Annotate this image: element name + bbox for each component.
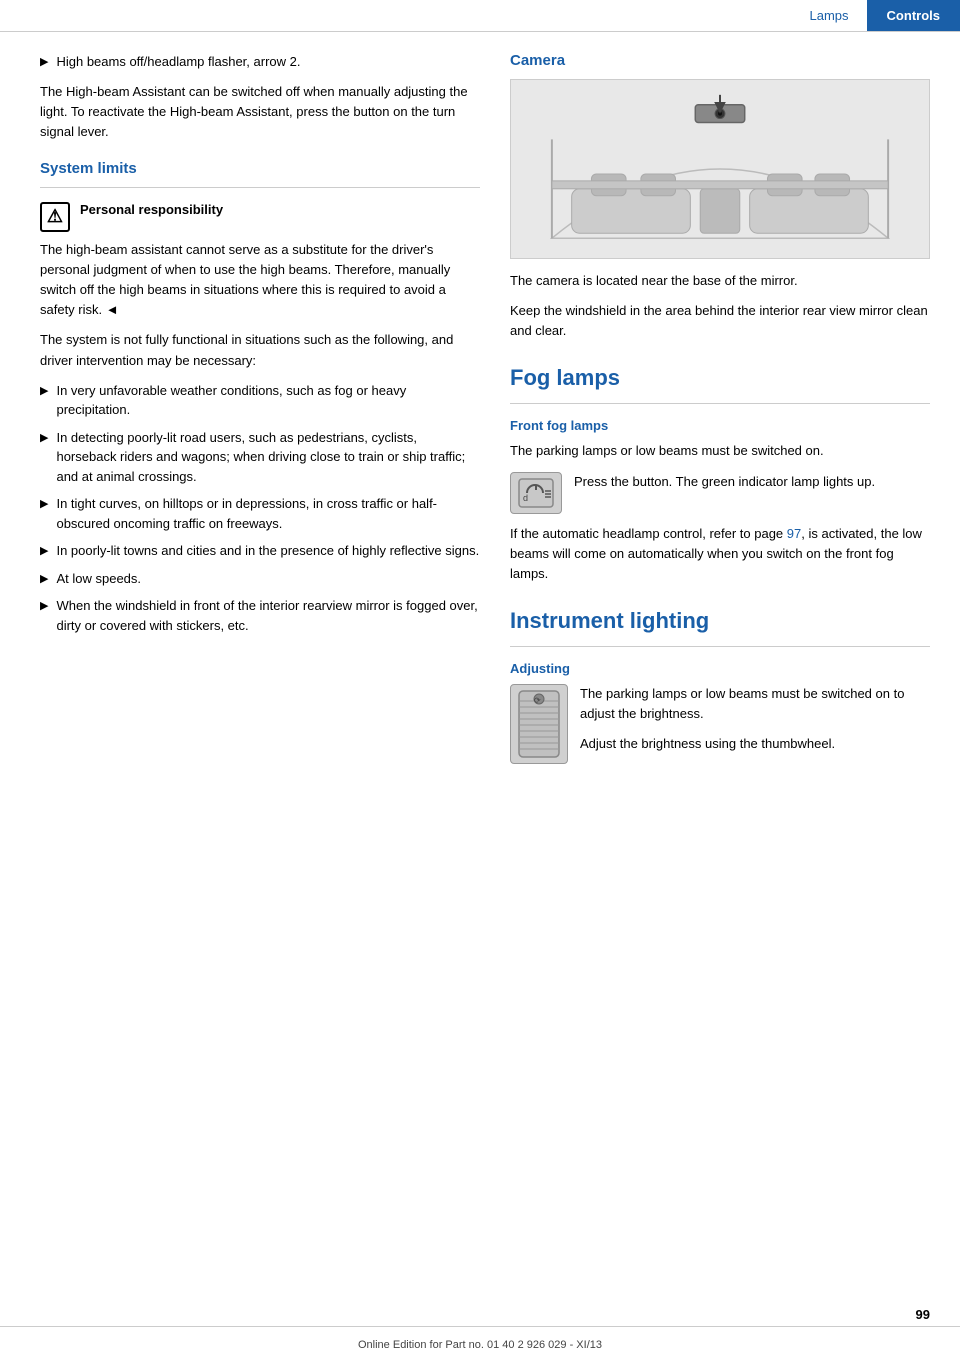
adjust-para2: Adjust the brightness using the thumbwhe… bbox=[580, 734, 930, 754]
footer-text: Online Edition for Part no. 01 40 2 926 … bbox=[358, 1339, 602, 1351]
high-beam-paragraph: The High-beam Assistant can be switched … bbox=[40, 82, 480, 142]
camera-image bbox=[510, 79, 930, 259]
instrument-lighting-heading: Instrument lighting bbox=[510, 608, 930, 634]
bullet-text: When the windshield in front of the inte… bbox=[56, 596, 480, 635]
bullet-arrow-icon: ▶ bbox=[40, 496, 48, 533]
bullet-arrow-icon: ▶ bbox=[40, 430, 48, 487]
bullet-text: In poorly-lit towns and cities and in th… bbox=[56, 541, 479, 561]
list-item: ▶ In detecting poorly-lit road users, su… bbox=[40, 428, 480, 487]
system-limits-heading: System limits bbox=[40, 160, 480, 177]
bullet-arrow-icon: ▶ bbox=[40, 383, 48, 420]
page-number: 99 bbox=[916, 1307, 930, 1322]
bullet-text: In tight curves, on hilltops or in depre… bbox=[56, 494, 480, 533]
divider bbox=[510, 403, 930, 404]
fog-para2: If the automatic headlamp control, refer… bbox=[510, 524, 930, 584]
top-bullet-text: High beams off/headlamp flasher, arrow 2… bbox=[56, 52, 300, 72]
warning-block: ⚠ Personal responsibility bbox=[40, 202, 480, 232]
front-fog-heading: Front fog lamps bbox=[510, 418, 930, 433]
svg-text:d: d bbox=[523, 493, 528, 503]
bullet-arrow-icon: ▶ bbox=[40, 598, 48, 635]
svg-text:⟳: ⟳ bbox=[534, 696, 541, 705]
warning-icon: ⚠ bbox=[40, 202, 70, 232]
system-paragraph2: The system is not fully functional in si… bbox=[40, 330, 480, 370]
list-item: ▶ In tight curves, on hilltops or in dep… bbox=[40, 494, 480, 533]
fog-lamps-section: Fog lamps Front fog lamps The parking la… bbox=[510, 365, 930, 584]
footer: Online Edition for Part no. 01 40 2 926 … bbox=[0, 1326, 960, 1362]
camera-section: Camera bbox=[510, 52, 930, 341]
fog-page-link[interactable]: 97 bbox=[787, 526, 801, 541]
right-column: Camera bbox=[510, 52, 930, 774]
bullet-text: In detecting poorly-lit road users, such… bbox=[56, 428, 480, 487]
fog-button-row: d Press the button. The green indicator … bbox=[510, 472, 930, 514]
camera-heading: Camera bbox=[510, 52, 930, 69]
page-header: Lamps Controls bbox=[0, 0, 960, 32]
warning-end-marker: ◄ bbox=[106, 302, 119, 317]
main-content: ▶ High beams off/headlamp flasher, arrow… bbox=[0, 32, 960, 794]
camera-para2: Keep the windshield in the area behind t… bbox=[510, 301, 930, 341]
warning-text: The high-beam assistant cannot serve as … bbox=[40, 240, 480, 321]
list-item: ▶ In poorly-lit towns and cities and in … bbox=[40, 541, 480, 561]
bullet-text: In very unfavorable weather conditions, … bbox=[56, 381, 480, 420]
fog-button-text: Press the button. The green indicator la… bbox=[574, 472, 875, 492]
list-item: ▶ At low speeds. bbox=[40, 569, 480, 589]
fog-button-icon: d bbox=[510, 472, 562, 514]
list-item: ▶ In very unfavorable weather conditions… bbox=[40, 381, 480, 420]
instrument-adjust-text: The parking lamps or low beams must be s… bbox=[580, 684, 930, 764]
divider bbox=[40, 187, 480, 188]
instrument-icon: ⟳ bbox=[510, 684, 568, 764]
warning-content: Personal responsibility bbox=[80, 202, 223, 220]
left-column: ▶ High beams off/headlamp flasher, arrow… bbox=[40, 52, 480, 774]
list-item: ▶ When the windshield in front of the in… bbox=[40, 596, 480, 635]
bullet-arrow-icon: ▶ bbox=[40, 54, 48, 72]
bullet-arrow-icon: ▶ bbox=[40, 571, 48, 589]
warning-title: Personal responsibility bbox=[80, 202, 223, 217]
divider bbox=[510, 646, 930, 647]
fog-lamps-heading: Fog lamps bbox=[510, 365, 930, 391]
bullet-list: ▶ In very unfavorable weather conditions… bbox=[40, 381, 480, 636]
fog-para1: The parking lamps or low beams must be s… bbox=[510, 441, 930, 461]
bullet-text: At low speeds. bbox=[56, 569, 141, 589]
top-bullet-item: ▶ High beams off/headlamp flasher, arrow… bbox=[40, 52, 480, 72]
header-lamps-tab: Lamps bbox=[792, 0, 867, 31]
adjusting-heading: Adjusting bbox=[510, 661, 930, 676]
adjust-para1: The parking lamps or low beams must be s… bbox=[580, 684, 930, 724]
camera-para1: The camera is located near the base of t… bbox=[510, 271, 930, 291]
bullet-arrow-icon: ▶ bbox=[40, 543, 48, 561]
instrument-lighting-section: Instrument lighting Adjusting bbox=[510, 608, 930, 764]
instrument-adjust-row: ⟳ The parking lamps or low beams must be… bbox=[510, 684, 930, 764]
header-controls-tab: Controls bbox=[867, 0, 960, 31]
